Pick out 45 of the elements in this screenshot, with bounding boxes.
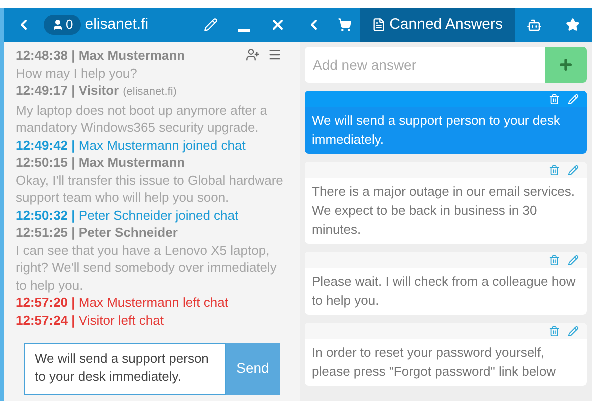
- message-header: 12:51:25 | Peter Schneider: [16, 224, 178, 242]
- answer-text: Please wait. I will check from a colleague how to help you.: [311, 273, 577, 310]
- message-header: 12:50:15 | Max Mustermann: [16, 154, 186, 172]
- star-icon: [566, 18, 580, 32]
- message-input[interactable]: We will send a support person to your desk immediately.: [24, 343, 226, 395]
- message-header: 12:49:17 | Visitor: [16, 82, 120, 100]
- answer-text: We will send a support person to your desk immediately.: [311, 112, 562, 149]
- edit-icon[interactable]: [568, 164, 579, 176]
- chat-event: 12:49:42 | Max Mustermann joined chat: [16, 136, 247, 154]
- message-text: My laptop does not boot up anymore after a mandatory Windows365 security upgrade.: [16, 102, 268, 136]
- pencil-icon: [204, 18, 218, 32]
- document-icon: [372, 18, 386, 32]
- send-button[interactable]: Send: [226, 343, 280, 395]
- answer-text: In order to reset your password yourself, please press "Forgot password" link below: [311, 344, 558, 381]
- site-name: elisanet.fi: [85, 14, 149, 35]
- user-icon: [52, 19, 64, 31]
- answer-text: There is a major outage in our email services. We expect to be back in business in 30 minutes.: [311, 183, 576, 239]
- chat-event: 12:57:20 | Max Mustermann left chat: [16, 294, 230, 312]
- trash-icon[interactable]: [549, 164, 560, 176]
- message-header: 12:48:38 | Max Mustermann: [16, 47, 186, 64]
- panel-tab[interactable]: Canned Answers: [360, 8, 515, 42]
- trash-icon[interactable]: [549, 254, 560, 266]
- add-user-icon[interactable]: [246, 48, 260, 62]
- minimize-icon: [238, 29, 250, 32]
- visitor-count-badge: 0: [44, 15, 82, 35]
- edit-icon[interactable]: [568, 326, 579, 336]
- trash-icon[interactable]: [549, 94, 560, 104]
- plus-icon: [558, 57, 574, 73]
- answer-card[interactable]: Please wait. I will check from a colleague how to help you.: [305, 252, 587, 315]
- message-text: I can see that you have a Lenovo X5 laptop, right? We'll send somebody over immediately to help you.: [16, 242, 278, 294]
- menu-icon[interactable]: [268, 48, 282, 62]
- trash-icon[interactable]: [549, 326, 560, 336]
- cart-icon: [338, 18, 352, 32]
- robot-icon: [527, 18, 542, 32]
- chat-event: 12:57:24 | Visitor left chat: [16, 312, 165, 329]
- answer-card[interactable]: We will send a support person to your desk immediately.: [305, 91, 587, 154]
- chat-event: 12:50:32 | Peter Schneider joined chat: [16, 206, 240, 224]
- add-button[interactable]: [545, 47, 587, 83]
- edit-icon[interactable]: [568, 254, 579, 266]
- answer-card[interactable]: There is a major outage in our email services. We expect to be back in business in 30 minutes.: [305, 162, 587, 244]
- answer-card[interactable]: In order to reset your password yourself, please press "Forgot password" link below: [305, 323, 587, 386]
- message-text: How may I help you?: [16, 64, 138, 82]
- visitor-source: (elisanet.fi): [123, 85, 177, 100]
- message-text: Okay, I'll transfer this issue to Global hardware support team who will help you soon.: [16, 172, 284, 206]
- answer-input[interactable]: Add new answer: [305, 47, 545, 83]
